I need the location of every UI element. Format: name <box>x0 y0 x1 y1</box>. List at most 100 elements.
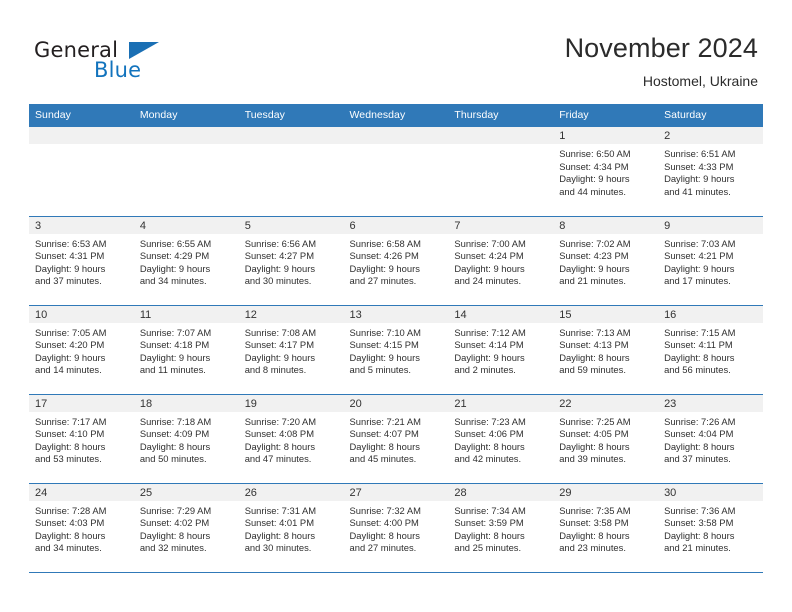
daylight-duration-line2: and 59 minutes. <box>559 364 626 376</box>
daylight-duration-line2: and 21 minutes. <box>559 275 626 287</box>
brand-logo[interactable]: General Blue <box>34 38 254 88</box>
daylight-duration-line1: Daylight: 9 hours <box>139 262 211 274</box>
calendar-day-cell[interactable]: 1 Sunrise: 6:50 AM Sunset: 4:34 PM Daylight… <box>553 127 659 217</box>
day-details: Sunrise: 7:18 AM Sunset: 4:09 PM Daylight:… <box>134 412 239 466</box>
weekday-header-thursday: Thursday <box>448 104 554 127</box>
day-number: 14 <box>448 305 554 323</box>
day-number: 2 <box>658 127 763 144</box>
daylight-duration-line2: and 23 minutes. <box>559 542 626 554</box>
calendar-day-cell[interactable]: 6 Sunrise: 6:58 AM Sunset: 4:26 PM Daylight… <box>343 216 449 306</box>
calendar-day-cell[interactable]: 23 Sunrise: 7:26 AM Sunset: 4:04 PM Dayligh… <box>658 394 763 484</box>
calendar-day-cell[interactable]: 17 Sunrise: 7:17 AM Sunset: 4:10 PM Dayligh… <box>29 394 134 484</box>
day-number: 7 <box>448 216 554 234</box>
sunrise-time: Sunrise: 6:53 AM <box>35 237 107 249</box>
weekday-header-tuesday: Tuesday <box>238 104 344 127</box>
day-number: 8 <box>553 216 659 234</box>
day-details: Sunrise: 7:26 AM Sunset: 4:04 PM Daylight:… <box>658 412 763 466</box>
calendar-body: 1 Sunrise: 6:50 AM Sunset: 4:34 PM Daylight… <box>29 127 763 573</box>
daylight-duration-line2: and 39 minutes. <box>559 453 626 465</box>
calendar-day-cell[interactable]: 26 Sunrise: 7:31 AM Sunset: 4:01 PM Dayligh… <box>238 483 344 573</box>
calendar-day-cell-empty <box>448 127 554 217</box>
day-number: 20 <box>343 394 449 412</box>
calendar-day-cell[interactable]: 10 Sunrise: 7:05 AM Sunset: 4:20 PM Dayligh… <box>29 305 134 395</box>
day-details: Sunrise: 7:15 AM Sunset: 4:11 PM Daylight:… <box>658 323 763 377</box>
day-number: 29 <box>553 483 659 501</box>
calendar-day-cell[interactable]: 21 Sunrise: 7:23 AM Sunset: 4:06 PM Dayligh… <box>448 394 554 484</box>
calendar-day-cell[interactable]: 18 Sunrise: 7:18 AM Sunset: 4:09 PM Dayligh… <box>133 394 239 484</box>
daylight-duration-line1: Daylight: 9 hours <box>664 262 735 274</box>
day-details: Sunrise: 7:32 AM Sunset: 4:00 PM Daylight:… <box>344 501 449 555</box>
day-number: 13 <box>343 305 449 323</box>
calendar-day-cell[interactable]: 9 Sunrise: 7:03 AM Sunset: 4:21 PM Daylight… <box>658 216 763 306</box>
calendar-day-cell[interactable]: 13 Sunrise: 7:10 AM Sunset: 4:15 PM Dayligh… <box>343 305 449 395</box>
sunset-time: Sunset: 4:08 PM <box>244 428 314 440</box>
sunrise-time: Sunrise: 7:32 AM <box>349 504 421 516</box>
daylight-duration-line2: and 2 minutes. <box>454 364 516 376</box>
daylight-duration-line1: Daylight: 8 hours <box>664 440 735 452</box>
weekday-header-wednesday: Wednesday <box>343 104 449 127</box>
calendar-day-cell[interactable]: 19 Sunrise: 7:20 AM Sunset: 4:08 PM Dayligh… <box>238 394 344 484</box>
sunset-time: Sunset: 4:11 PM <box>664 339 733 351</box>
sunrise-time: Sunrise: 7:20 AM <box>244 415 317 427</box>
day-number: 5 <box>238 216 344 234</box>
calendar-day-cell[interactable]: 28 Sunrise: 7:34 AM Sunset: 3:59 PM Dayligh… <box>448 483 554 573</box>
day-number <box>343 127 449 144</box>
daylight-duration-line2: and 45 minutes. <box>349 453 417 465</box>
calendar-day-cell[interactable]: 3 Sunrise: 6:53 AM Sunset: 4:31 PM Daylight… <box>29 216 134 306</box>
daylight-duration-line2: and 8 minutes. <box>244 364 307 376</box>
calendar-day-cell[interactable]: 15 Sunrise: 7:13 AM Sunset: 4:13 PM Dayligh… <box>553 305 659 395</box>
sunrise-time: Sunrise: 6:55 AM <box>139 237 212 249</box>
daylight-duration-line2: and 56 minutes. <box>664 364 731 376</box>
daylight-duration-line1: Daylight: 8 hours <box>35 440 106 452</box>
sunset-time: Sunset: 4:14 PM <box>454 339 524 351</box>
daylight-duration-line2: and 14 minutes. <box>35 364 102 376</box>
sunrise-time: Sunrise: 7:31 AM <box>244 504 317 516</box>
calendar-day-cell[interactable]: 24 Sunrise: 7:28 AM Sunset: 4:03 PM Dayligh… <box>29 483 134 573</box>
day-number: 4 <box>133 216 239 234</box>
calendar-day-cell[interactable]: 12 Sunrise: 7:08 AM Sunset: 4:17 PM Dayligh… <box>238 305 344 395</box>
day-number: 22 <box>553 394 659 412</box>
calendar-day-cell[interactable]: 30 Sunrise: 7:36 AM Sunset: 3:58 PM Dayligh… <box>658 483 763 573</box>
day-details: Sunrise: 7:03 AM Sunset: 4:21 PM Daylight:… <box>658 234 763 288</box>
title-block: November 2024 Hostomel, Ukraine <box>565 32 758 90</box>
day-number: 16 <box>658 305 763 323</box>
day-details: Sunrise: 6:56 AM Sunset: 4:27 PM Daylight:… <box>239 234 344 288</box>
calendar-day-cell[interactable]: 29 Sunrise: 7:35 AM Sunset: 3:58 PM Dayligh… <box>553 483 659 573</box>
calendar-day-cell[interactable]: 4 Sunrise: 6:55 AM Sunset: 4:29 PM Daylight… <box>133 216 239 306</box>
brand-name-blue: Blue <box>94 58 142 82</box>
calendar-day-cell[interactable]: 20 Sunrise: 7:21 AM Sunset: 4:07 PM Dayligh… <box>343 394 449 484</box>
day-details: Sunrise: 7:21 AM Sunset: 4:07 PM Daylight:… <box>344 412 449 466</box>
sunrise-time: Sunrise: 7:21 AM <box>349 415 421 427</box>
calendar-day-cell[interactable]: 14 Sunrise: 7:12 AM Sunset: 4:14 PM Dayligh… <box>448 305 554 395</box>
calendar-day-cell[interactable]: 7 Sunrise: 7:00 AM Sunset: 4:24 PM Daylight… <box>448 216 554 306</box>
calendar-day-cell[interactable]: 2 Sunrise: 6:51 AM Sunset: 4:33 PM Daylight… <box>658 127 763 217</box>
calendar-day-cell[interactable]: 25 Sunrise: 7:29 AM Sunset: 4:02 PM Dayligh… <box>133 483 239 573</box>
sunrise-time: Sunrise: 7:26 AM <box>664 415 736 427</box>
day-number: 11 <box>133 305 239 323</box>
sunrise-time: Sunrise: 7:07 AM <box>139 326 212 338</box>
daylight-duration-line2: and 50 minutes. <box>139 453 207 465</box>
calendar-day-cell-empty <box>343 127 449 217</box>
page-title: November 2024 <box>564 33 758 63</box>
day-number: 26 <box>238 483 344 501</box>
daylight-duration-line2: and 30 minutes. <box>244 275 312 287</box>
calendar-day-cell[interactable]: 22 Sunrise: 7:25 AM Sunset: 4:05 PM Dayligh… <box>553 394 659 484</box>
calendar-page: General Blue November 2024 Hostomel, Ukr… <box>0 0 792 612</box>
day-details: Sunrise: 7:07 AM Sunset: 4:18 PM Daylight:… <box>134 323 239 377</box>
calendar-header-row: Sunday Monday Tuesday Wednesday Thursday Frid… <box>29 104 763 127</box>
daylight-duration-line2: and 25 minutes. <box>454 542 522 554</box>
calendar-day-cell[interactable]: 16 Sunrise: 7:15 AM Sunset: 4:11 PM Dayligh… <box>658 305 763 395</box>
sunrise-time: Sunrise: 7:03 AM <box>664 237 736 249</box>
day-details: Sunrise: 7:13 AM Sunset: 4:13 PM Daylight:… <box>553 323 658 377</box>
calendar-day-cell[interactable]: 27 Sunrise: 7:32 AM Sunset: 4:00 PM Dayligh… <box>343 483 449 573</box>
calendar-day-cell[interactable]: 11 Sunrise: 7:07 AM Sunset: 4:18 PM Dayligh… <box>133 305 239 395</box>
day-details: Sunrise: 7:00 AM Sunset: 4:24 PM Daylight:… <box>448 234 553 288</box>
weekday-header-monday: Monday <box>133 104 239 127</box>
day-number <box>29 127 134 144</box>
weekday-header-saturday: Saturday <box>658 104 763 127</box>
daylight-duration-line2: and 37 minutes. <box>35 275 102 287</box>
daylight-duration-line1: Daylight: 8 hours <box>349 440 420 452</box>
calendar-day-cell[interactable]: 8 Sunrise: 7:02 AM Sunset: 4:23 PM Daylight… <box>553 216 659 306</box>
calendar-day-cell[interactable]: 5 Sunrise: 6:56 AM Sunset: 4:27 PM Daylight… <box>238 216 344 306</box>
sunset-time: Sunset: 4:18 PM <box>139 339 210 351</box>
